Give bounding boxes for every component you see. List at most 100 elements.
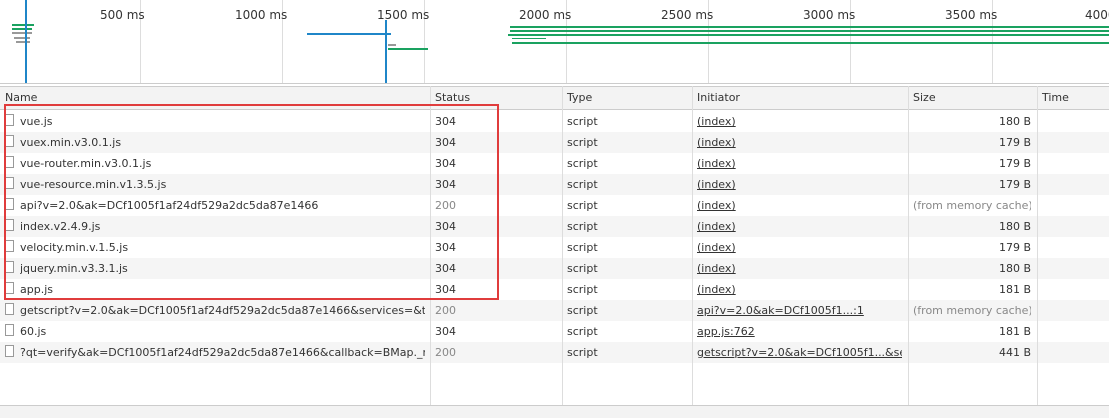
request-size: 179 B bbox=[998, 157, 1031, 170]
table-row[interactable]: vuex.min.v3.0.1.js 304 script (index) 179 B bbox=[0, 132, 1109, 153]
file-icon bbox=[5, 198, 14, 210]
request-type: script bbox=[567, 178, 598, 191]
column-header-type[interactable]: Type bbox=[567, 91, 592, 104]
timeline-tick-label: 500 ms bbox=[100, 8, 145, 22]
column-header-initiator[interactable]: Initiator bbox=[697, 91, 740, 104]
dom-content-loaded-marker bbox=[25, 0, 27, 83]
request-type: script bbox=[567, 241, 598, 254]
waterfall-bar bbox=[510, 26, 1109, 28]
column-divider[interactable] bbox=[430, 86, 431, 417]
request-type: script bbox=[567, 220, 598, 233]
waterfall-bar bbox=[388, 48, 428, 50]
table-row[interactable]: index.v2.4.9.js 304 script (index) 180 B bbox=[0, 216, 1109, 237]
request-initiator-link[interactable]: getscript?v=2.0&ak=DCf1005f1...&se... bbox=[697, 346, 902, 359]
request-initiator-link[interactable]: (index) bbox=[697, 136, 902, 149]
request-name[interactable]: velocity.min.v.1.5.js bbox=[20, 241, 425, 254]
timeline-tick-label: 2500 ms bbox=[661, 8, 714, 22]
table-row[interactable]: velocity.min.v.1.5.js 304 script (index) 179… bbox=[0, 237, 1109, 258]
table-row[interactable]: ?qt=verify&ak=DCf1005f1af24df529a2dc5da8… bbox=[0, 342, 1109, 363]
file-icon bbox=[5, 324, 14, 336]
request-initiator-link[interactable]: (index) bbox=[697, 157, 902, 170]
file-icon bbox=[5, 135, 14, 147]
table-row[interactable]: jquery.min.v3.3.1.js 304 script (index) 180 … bbox=[0, 258, 1109, 279]
request-type: script bbox=[567, 304, 598, 317]
request-status: 304 bbox=[435, 136, 456, 149]
request-initiator-link[interactable]: app.js:762 bbox=[697, 325, 902, 338]
request-type: script bbox=[567, 115, 598, 128]
column-divider[interactable] bbox=[1037, 86, 1038, 417]
column-divider[interactable] bbox=[692, 86, 693, 417]
request-initiator-link[interactable]: (index) bbox=[697, 199, 902, 212]
request-name[interactable]: 60.js bbox=[20, 325, 425, 338]
request-name[interactable]: app.js bbox=[20, 283, 425, 296]
request-size: 180 B bbox=[998, 115, 1031, 128]
file-icon bbox=[5, 240, 14, 252]
column-header-name[interactable]: Name bbox=[5, 91, 37, 104]
load-marker bbox=[385, 20, 387, 83]
status-bar bbox=[0, 405, 1109, 418]
request-name[interactable]: ?qt=verify&ak=DCf1005f1af24df529a2dc5da8… bbox=[20, 346, 425, 359]
request-name[interactable]: vue-resource.min.v1.3.5.js bbox=[20, 178, 425, 191]
request-type: script bbox=[567, 283, 598, 296]
request-status: 304 bbox=[435, 325, 456, 338]
request-initiator-link[interactable]: api?v=2.0&ak=DCf1005f1...:1 bbox=[697, 304, 902, 317]
table-row[interactable]: vue.js 304 script (index) 180 B bbox=[0, 111, 1109, 132]
request-initiator-link[interactable]: (index) bbox=[697, 283, 902, 296]
table-row[interactable]: vue-resource.min.v1.3.5.js 304 script (inde… bbox=[0, 174, 1109, 195]
waterfall-bar bbox=[388, 44, 396, 46]
request-size: 441 B bbox=[998, 346, 1031, 359]
request-initiator-link[interactable]: (index) bbox=[697, 220, 902, 233]
column-header-size[interactable]: Size bbox=[913, 91, 936, 104]
waterfall-bar bbox=[14, 37, 30, 39]
request-name[interactable]: api?v=2.0&ak=DCf1005f1af24df529a2dc5da87… bbox=[20, 199, 425, 212]
table-row[interactable]: app.js 304 script (index) 181 B bbox=[0, 279, 1109, 300]
request-status: 304 bbox=[435, 241, 456, 254]
table-header: Name Status Type Initiator Size Time bbox=[0, 86, 1109, 110]
timeline-tick-label: 1000 ms bbox=[235, 8, 288, 22]
request-size: 179 B bbox=[998, 241, 1031, 254]
waterfall-bar bbox=[512, 38, 546, 41]
request-type: script bbox=[567, 325, 598, 338]
request-name[interactable]: vuex.min.v3.0.1.js bbox=[20, 136, 425, 149]
waterfall-bar bbox=[16, 41, 30, 43]
request-status: 304 bbox=[435, 178, 456, 191]
request-type: script bbox=[567, 157, 598, 170]
request-size: 179 B bbox=[998, 136, 1031, 149]
request-status: 304 bbox=[435, 220, 456, 233]
request-name[interactable]: getscript?v=2.0&ak=DCf1005f1af24df529a2d… bbox=[20, 304, 425, 317]
request-status: 304 bbox=[435, 262, 456, 275]
request-size: 181 B bbox=[998, 283, 1031, 296]
request-initiator-link[interactable]: (index) bbox=[697, 178, 902, 191]
table-row[interactable]: vue-router.min.v3.0.1.js 304 script (index)… bbox=[0, 153, 1109, 174]
file-icon bbox=[5, 156, 14, 168]
request-status: 304 bbox=[435, 283, 456, 296]
request-status: 200 bbox=[435, 346, 456, 359]
request-name[interactable]: vue.js bbox=[20, 115, 425, 128]
request-size: 181 B bbox=[998, 325, 1031, 338]
column-header-status[interactable]: Status bbox=[435, 91, 470, 104]
column-divider[interactable] bbox=[908, 86, 909, 417]
request-status: 200 bbox=[435, 199, 456, 212]
file-icon bbox=[5, 345, 14, 357]
file-icon bbox=[5, 282, 14, 294]
column-header-time[interactable]: Time bbox=[1042, 91, 1069, 104]
request-name[interactable]: vue-router.min.v3.0.1.js bbox=[20, 157, 425, 170]
request-initiator-link[interactable]: (index) bbox=[697, 115, 902, 128]
request-status: 200 bbox=[435, 304, 456, 317]
waterfall-bar bbox=[512, 42, 1109, 44]
request-name[interactable]: index.v2.4.9.js bbox=[20, 220, 425, 233]
request-size: 180 B bbox=[998, 220, 1031, 233]
request-initiator-link[interactable]: (index) bbox=[697, 241, 902, 254]
timeline-tick-label: 3000 ms bbox=[803, 8, 856, 22]
timeline-tick-label: 4000 bbox=[1085, 8, 1109, 22]
waterfall-bar bbox=[508, 34, 1109, 36]
request-initiator-link[interactable]: (index) bbox=[697, 262, 902, 275]
table-row[interactable]: getscript?v=2.0&ak=DCf1005f1af24df529a2d… bbox=[0, 300, 1109, 321]
file-icon bbox=[5, 219, 14, 231]
file-icon bbox=[5, 261, 14, 273]
request-name[interactable]: jquery.min.v3.3.1.js bbox=[20, 262, 425, 275]
timeline-overview[interactable]: 500 ms 1000 ms 1500 ms 2000 ms 2500 ms 3… bbox=[0, 0, 1109, 84]
column-divider[interactable] bbox=[562, 86, 563, 417]
table-row[interactable]: 60.js 304 script app.js:762 181 B bbox=[0, 321, 1109, 342]
table-row[interactable]: api?v=2.0&ak=DCf1005f1af24df529a2dc5da87… bbox=[0, 195, 1109, 216]
